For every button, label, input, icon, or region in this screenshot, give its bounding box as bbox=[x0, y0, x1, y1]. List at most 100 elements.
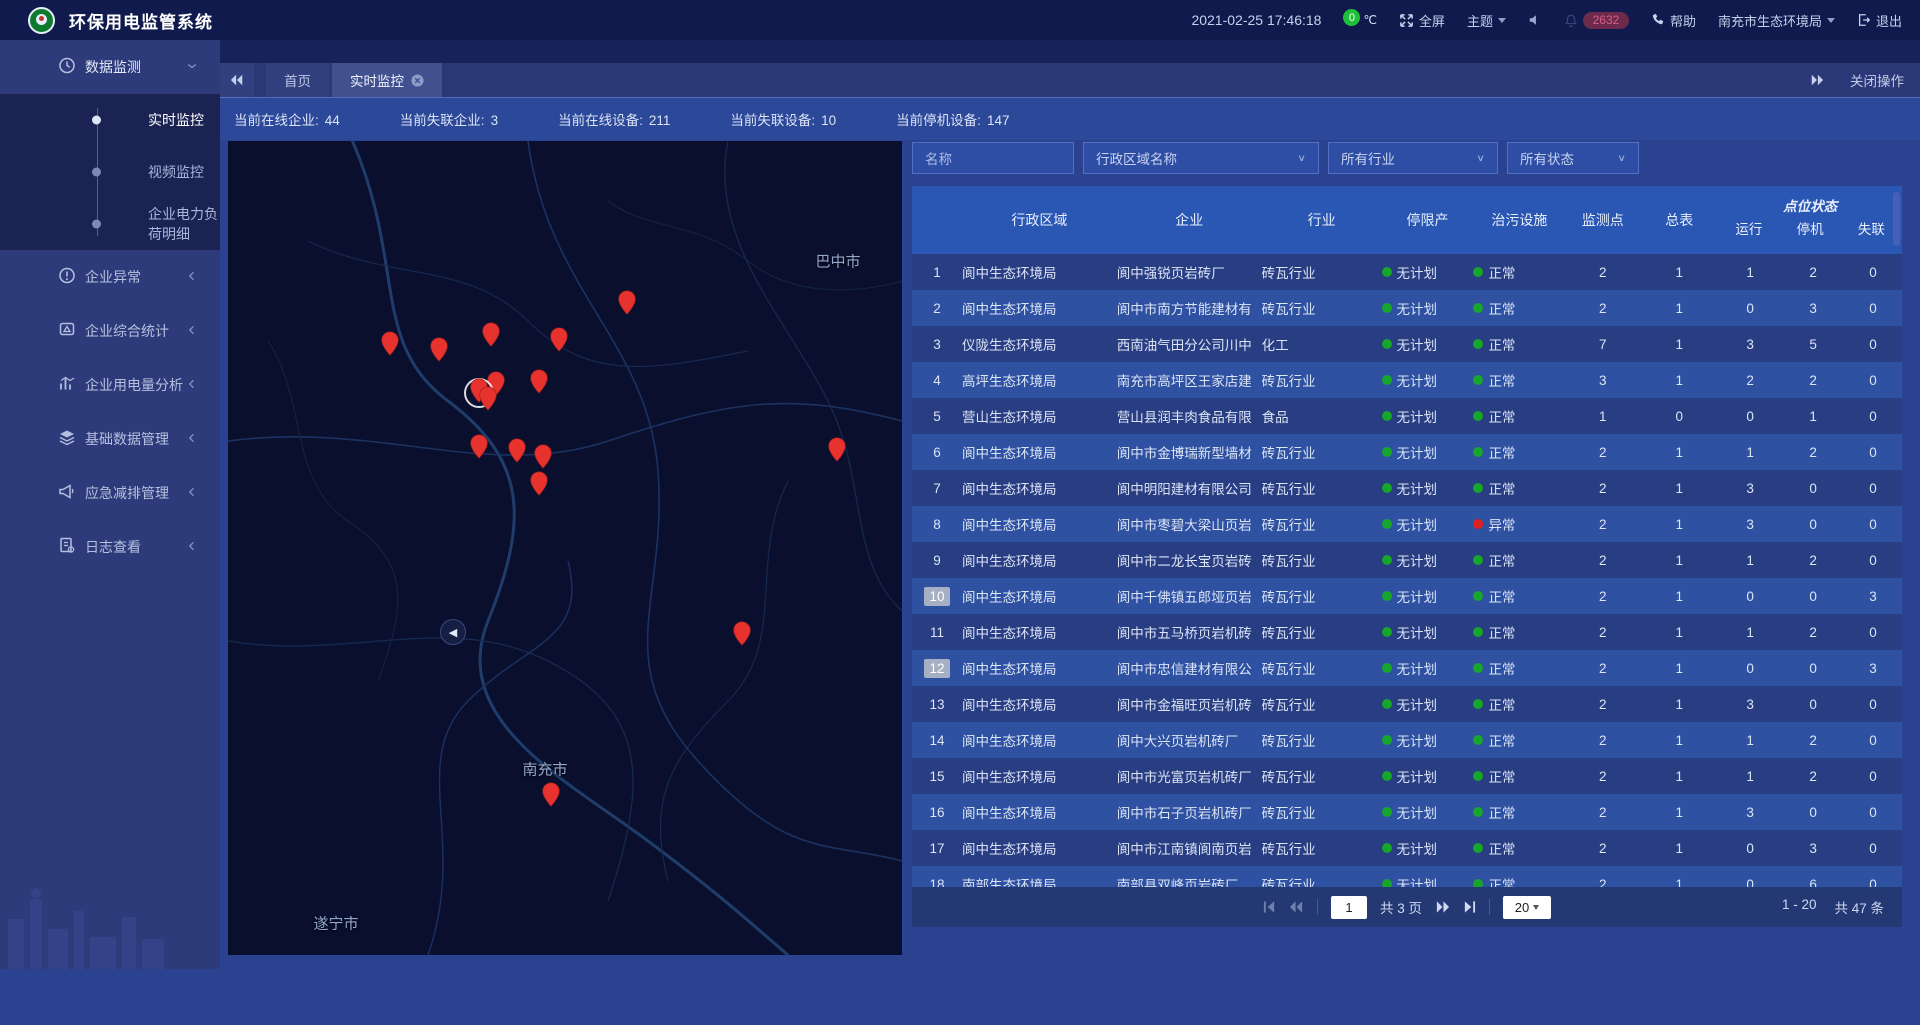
double-left-icon bbox=[1289, 901, 1304, 913]
rownum: 4 bbox=[924, 371, 950, 390]
map-pin[interactable] bbox=[469, 434, 489, 459]
table-scrollbar[interactable] bbox=[1893, 192, 1900, 246]
table-row[interactable]: 14阆中生态环境局阆中大兴页岩机砖厂砖瓦行业无计划正常21120 bbox=[912, 722, 1902, 758]
map-pin[interactable] bbox=[827, 437, 847, 462]
map-panel[interactable]: 巴中市南充市遂宁市 bbox=[228, 141, 902, 955]
industry-select[interactable]: 所有行业∨ bbox=[1328, 142, 1498, 174]
status-dot-green bbox=[1473, 663, 1483, 673]
prev-page-button[interactable] bbox=[1289, 901, 1304, 913]
table-row[interactable]: 17阆中生态环境局阆中市江南镇阆南页岩砖瓦行业无计划正常21030 bbox=[912, 830, 1902, 866]
cell-stop: 0 bbox=[1782, 661, 1844, 676]
fullscreen-button[interactable]: 全屏 bbox=[1399, 11, 1445, 30]
stat-value: 44 bbox=[325, 113, 340, 128]
cell-production-status: 无计划 bbox=[1382, 370, 1474, 390]
sidebar-item-日志查看[interactable]: 日志查看 bbox=[0, 520, 220, 574]
status-select[interactable]: 所有状态∨ bbox=[1507, 142, 1639, 174]
help-button[interactable]: 帮助 bbox=[1651, 11, 1696, 30]
status-text: 正常 bbox=[1488, 262, 1515, 282]
map-pin[interactable] bbox=[732, 621, 752, 646]
datetime: 2021-02-25 17:46:18 bbox=[1191, 12, 1321, 28]
first-page-button[interactable] bbox=[1263, 901, 1276, 913]
status-text: 正常 bbox=[1488, 370, 1515, 390]
tab-label: 实时监控 bbox=[350, 70, 404, 90]
table-row[interactable]: 9阆中生态环境局阆中市二龙长宝页岩砖砖瓦行业无计划正常21120 bbox=[912, 542, 1902, 578]
map-pin[interactable] bbox=[617, 290, 637, 315]
sidebar-item-企业电力负荷明细[interactable]: 企业电力负荷明细 bbox=[0, 198, 220, 250]
map-collapse-toggle[interactable]: ◀ bbox=[440, 619, 466, 645]
map-pin[interactable] bbox=[478, 386, 498, 411]
map-pin[interactable] bbox=[541, 782, 561, 807]
cell-enterprise: 阆中市枣碧大梁山页岩 bbox=[1117, 514, 1262, 534]
sidebar-item-基础数据管理[interactable]: 基础数据管理 bbox=[0, 412, 220, 466]
table-row[interactable]: 6阆中生态环境局阆中市金博瑞新型墙材砖瓦行业无计划正常21120 bbox=[912, 434, 1902, 470]
sidebar-item-数据监测[interactable]: 数据监测 bbox=[0, 40, 220, 94]
tabs-scroll-left-button[interactable] bbox=[220, 63, 254, 97]
org-dropdown[interactable]: 南充市生态环境局 bbox=[1718, 11, 1835, 30]
map-pin[interactable] bbox=[429, 337, 449, 362]
theme-dropdown[interactable]: 主题 bbox=[1467, 11, 1506, 30]
status-dot-green bbox=[1382, 483, 1392, 493]
map-pin[interactable] bbox=[533, 444, 553, 469]
double-right-icon bbox=[1435, 901, 1450, 913]
cell-rownum: 7 bbox=[912, 479, 962, 498]
table-row[interactable]: 5营山生态环境局营山县润丰肉食品有限食品无计划正常10010 bbox=[912, 398, 1902, 434]
page-number-input[interactable]: 1 bbox=[1331, 896, 1367, 919]
name-search-input[interactable]: 名称 bbox=[912, 142, 1074, 174]
last-page-button[interactable] bbox=[1463, 901, 1476, 913]
table-row[interactable]: 15阆中生态环境局阆中市光富页岩机砖厂砖瓦行业无计划正常21120 bbox=[912, 758, 1902, 794]
cell-meter: 1 bbox=[1640, 517, 1718, 532]
tab-首页[interactable]: 首页 bbox=[266, 63, 329, 97]
cell-region: 南部生态环境局 bbox=[962, 874, 1117, 887]
cell-production-status: 无计划 bbox=[1382, 478, 1474, 498]
status-dot-green bbox=[1382, 555, 1392, 565]
table-row[interactable]: 16阆中生态环境局阆中市石子页岩机砖厂砖瓦行业无计划正常21300 bbox=[912, 794, 1902, 830]
table-row[interactable]: 11阆中生态环境局阆中市五马桥页岩机砖砖瓦行业无计划正常21120 bbox=[912, 614, 1902, 650]
table-row[interactable]: 1阆中生态环境局阆中强锐页岩砖厂砖瓦行业无计划正常21120 bbox=[912, 254, 1902, 290]
next-page-button[interactable] bbox=[1435, 901, 1450, 913]
map-pin[interactable] bbox=[529, 369, 549, 394]
cell-facility-status: 正常 bbox=[1473, 370, 1565, 390]
map-pin[interactable] bbox=[507, 438, 527, 463]
sidebar-item-企业综合统计[interactable]: 企业综合统计 bbox=[0, 304, 220, 358]
table-row[interactable]: 2阆中生态环境局阆中市南方节能建材有砖瓦行业无计划正常21030 bbox=[912, 290, 1902, 326]
page-size-select[interactable]: 20 bbox=[1503, 896, 1551, 919]
tab-close-icon[interactable] bbox=[411, 74, 424, 87]
table-row[interactable]: 3仪陇生态环境局西南油气田分公司川中化工无计划正常71350 bbox=[912, 326, 1902, 362]
table-row[interactable]: 13阆中生态环境局阆中市金福旺页岩机砖砖瓦行业无计划正常21300 bbox=[912, 686, 1902, 722]
logout-button[interactable]: 退出 bbox=[1857, 11, 1902, 30]
cell-meter: 0 bbox=[1640, 409, 1718, 424]
map-pin[interactable] bbox=[380, 331, 400, 356]
cell-industry: 砖瓦行业 bbox=[1262, 730, 1382, 750]
tab-实时监控[interactable]: 实时监控 bbox=[332, 63, 442, 97]
notifications[interactable]: 2632 bbox=[1564, 12, 1629, 29]
sidebar-item-实时监控[interactable]: 实时监控 bbox=[0, 94, 220, 146]
megaphone-icon bbox=[58, 483, 76, 501]
sidebar-item-应急减排管理[interactable]: 应急减排管理 bbox=[0, 466, 220, 520]
cell-rownum: 14 bbox=[912, 731, 962, 750]
cell-stop: 6 bbox=[1782, 877, 1844, 888]
rownum: 8 bbox=[924, 515, 950, 534]
stat-label: 当前在线企业: bbox=[234, 113, 319, 128]
table-row[interactable]: 18南部生态环境局南部县双峰页岩砖厂砖瓦行业无计划正常21060 bbox=[912, 866, 1902, 887]
table-row[interactable]: 10阆中生态环境局阆中千佛镇五郎垭页岩砖瓦行业无计划正常21003 bbox=[912, 578, 1902, 614]
map-pin[interactable] bbox=[529, 471, 549, 496]
table-row[interactable]: 8阆中生态环境局阆中市枣碧大梁山页岩砖瓦行业无计划异常21300 bbox=[912, 506, 1902, 542]
table-row[interactable]: 4高坪生态环境局南充市高坪区王家店建砖瓦行业无计划正常31220 bbox=[912, 362, 1902, 398]
location-pin-icon bbox=[617, 290, 637, 315]
mute-button[interactable] bbox=[1528, 13, 1542, 27]
col-run: 运行 bbox=[1718, 218, 1779, 254]
cell-industry: 砖瓦行业 bbox=[1262, 442, 1382, 462]
map-pin[interactable] bbox=[549, 327, 569, 352]
map-pin[interactable] bbox=[481, 322, 501, 347]
sidebar-item-视频监控[interactable]: 视频监控 bbox=[0, 146, 220, 198]
cell-facility-status: 正常 bbox=[1473, 262, 1565, 282]
region-select[interactable]: 行政区域名称∨ bbox=[1083, 142, 1319, 174]
close-operations-button[interactable]: 关闭操作 bbox=[1850, 70, 1904, 90]
double-right-icon[interactable] bbox=[1810, 74, 1824, 86]
chevron-left-icon bbox=[186, 431, 198, 447]
sidebar-item-企业用电量分析[interactable]: 企业用电量分析 bbox=[0, 358, 220, 412]
table-row[interactable]: 7阆中生态环境局阆中明阳建材有限公司砖瓦行业无计划正常21300 bbox=[912, 470, 1902, 506]
table-row[interactable]: 12阆中生态环境局阆中市忠信建材有限公砖瓦行业无计划正常21003 bbox=[912, 650, 1902, 686]
sidebar-item-企业异常[interactable]: 企业异常 bbox=[0, 250, 220, 304]
cell-run: 2 bbox=[1718, 373, 1782, 388]
